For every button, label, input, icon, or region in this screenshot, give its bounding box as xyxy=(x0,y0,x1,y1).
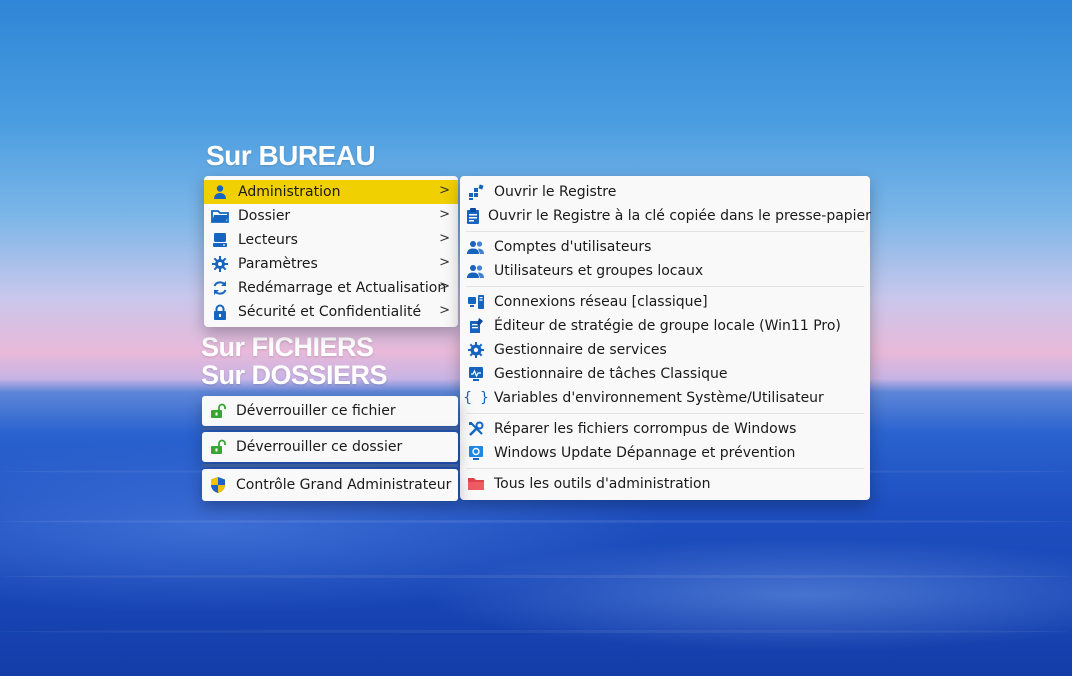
menu-item-deverrouiller-dossier[interactable]: Déverrouiller ce dossier xyxy=(202,432,458,462)
menu-item-label: Contrôle Grand Administrateur xyxy=(236,477,452,493)
menu-item-parametres[interactable]: Paramètres > xyxy=(204,252,458,276)
submenu-item-label: Variables d'environnement Système/Utilis… xyxy=(494,390,824,406)
file-context-menu: Déverrouiller ce fichier xyxy=(202,396,458,426)
submenu-item-variables[interactable]: { } Variables d'environnement Système/Ut… xyxy=(460,386,870,410)
submenu-item-label: Connexions réseau [classique] xyxy=(494,294,708,310)
menu-item-dossier[interactable]: Dossier > xyxy=(204,204,458,228)
menu-separator xyxy=(466,286,864,287)
submenu-item-label: Comptes d'utilisateurs xyxy=(494,239,652,255)
menu-item-label: Sécurité et Confidentialité xyxy=(238,304,422,320)
menu-separator xyxy=(466,468,864,469)
menu-item-label: Déverrouiller ce dossier xyxy=(236,439,403,455)
tools-icon xyxy=(466,419,486,439)
chevron-right-icon: > xyxy=(439,231,450,246)
submenu-item-taches[interactable]: Gestionnaire de tâches Classique xyxy=(460,362,870,386)
submenu-item-label: Gestionnaire de services xyxy=(494,342,667,358)
folder-icon xyxy=(210,206,230,226)
submenu-item-services[interactable]: Gestionnaire de services xyxy=(460,338,870,362)
administration-submenu: Ouvrir le Registre Ouvrir le Registre à … xyxy=(460,176,871,500)
lock-icon xyxy=(210,302,230,322)
sea-wave xyxy=(0,575,1072,578)
policy-editor-icon xyxy=(466,316,486,336)
sea-wave xyxy=(0,630,1072,633)
submenu-item-groupes[interactable]: Utilisateurs et groupes locaux xyxy=(460,259,870,283)
admin-context-menu: Contrôle Grand Administrateur xyxy=(202,469,458,501)
unlock-icon xyxy=(208,437,228,457)
menu-item-label: Redémarrage et Actualisation xyxy=(238,280,447,296)
users-group-icon xyxy=(466,261,486,281)
menu-item-label: Administration xyxy=(238,184,341,200)
submenu-item-label: Windows Update Dépannage et prévention xyxy=(494,445,796,461)
menu-separator xyxy=(466,413,864,414)
submenu-item-connexions[interactable]: Connexions réseau [classique] xyxy=(460,290,870,314)
submenu-item-windows-update[interactable]: Windows Update Dépannage et prévention xyxy=(460,441,870,465)
services-gear-icon xyxy=(466,340,486,360)
chevron-right-icon: > xyxy=(439,303,450,318)
menu-item-securite[interactable]: Sécurité et Confidentialité > xyxy=(204,300,458,324)
submenu-item-label: Utilisateurs et groupes locaux xyxy=(494,263,704,279)
unlock-icon xyxy=(208,401,228,421)
menu-item-lecteurs[interactable]: Lecteurs > xyxy=(204,228,458,252)
menu-item-controle-admin[interactable]: Contrôle Grand Administrateur xyxy=(202,469,458,501)
network-icon xyxy=(466,292,486,312)
menu-separator xyxy=(466,231,864,232)
menu-item-label: Dossier xyxy=(238,208,291,224)
menu-item-label: Paramètres xyxy=(238,256,318,272)
heading-dossiers: Sur DOSSIERS xyxy=(201,360,388,390)
desktop-context-menu: Administration > Dossier > Lecteurs > Pa… xyxy=(204,176,458,327)
submenu-item-registre-cle[interactable]: Ouvrir le Registre à la clé copiée dans … xyxy=(460,204,871,228)
submenu-item-label: Ouvrir le Registre xyxy=(494,184,617,200)
task-manager-icon xyxy=(466,364,486,384)
registry-clipboard-icon xyxy=(466,206,480,226)
menu-divider-line xyxy=(202,464,458,467)
chevron-right-icon: > xyxy=(439,183,450,198)
submenu-item-label: Ouvrir le Registre à la clé copiée dans … xyxy=(488,208,871,224)
gear-icon xyxy=(210,254,230,274)
chevron-right-icon: > xyxy=(439,207,450,222)
menu-item-label: Lecteurs xyxy=(238,232,298,248)
uac-shield-icon xyxy=(208,475,228,495)
chevron-right-icon: > xyxy=(439,255,450,270)
refresh-icon xyxy=(210,278,230,298)
submenu-item-reparer[interactable]: Réparer les fichiers corrompus de Window… xyxy=(460,417,870,441)
submenu-item-label: Tous les outils d'administration xyxy=(494,476,711,492)
users-icon xyxy=(466,237,486,257)
submenu-item-label: Éditeur de stratégie de groupe locale (W… xyxy=(494,318,841,334)
user-icon xyxy=(210,182,230,202)
heading-bureau: Sur BUREAU xyxy=(206,140,376,171)
menu-item-administration[interactable]: Administration > xyxy=(204,180,458,204)
sea-wave xyxy=(0,520,1072,523)
folder-context-menu: Déverrouiller ce dossier xyxy=(202,432,458,462)
submenu-item-label: Gestionnaire de tâches Classique xyxy=(494,366,728,382)
menu-item-label: Déverrouiller ce fichier xyxy=(236,403,396,419)
registry-icon xyxy=(466,182,486,202)
submenu-item-gpedit[interactable]: Éditeur de stratégie de groupe locale (W… xyxy=(460,314,870,338)
submenu-item-tous-outils[interactable]: Tous les outils d'administration xyxy=(460,472,870,496)
braces-icon: { } xyxy=(463,390,489,406)
menu-item-redemarrage[interactable]: Redémarrage et Actualisation > xyxy=(204,276,458,300)
heading-fichiers: Sur FICHIERS xyxy=(201,332,374,362)
submenu-item-comptes[interactable]: Comptes d'utilisateurs xyxy=(460,235,870,259)
menu-divider-line xyxy=(202,427,458,430)
windows-update-icon xyxy=(466,443,486,463)
submenu-item-registre[interactable]: Ouvrir le Registre xyxy=(460,180,870,204)
submenu-item-label: Réparer les fichiers corrompus de Window… xyxy=(494,421,797,437)
drive-icon xyxy=(210,230,230,250)
menu-item-deverrouiller-fichier[interactable]: Déverrouiller ce fichier xyxy=(202,396,458,426)
chevron-right-icon: > xyxy=(439,279,450,294)
red-folder-icon xyxy=(466,474,486,494)
